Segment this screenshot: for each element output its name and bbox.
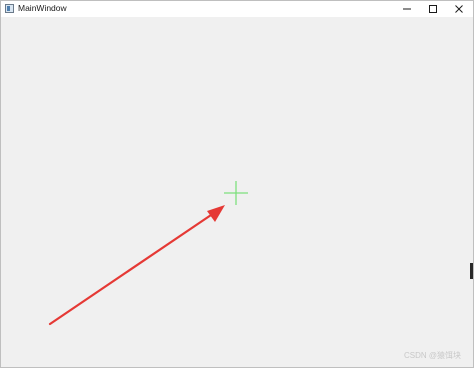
drawing-canvas	[48, 181, 248, 326]
crosshair-cursor-icon	[224, 181, 248, 205]
watermark: CSDN @猿饵块	[404, 351, 462, 360]
annotation-arrow-icon	[48, 205, 225, 326]
